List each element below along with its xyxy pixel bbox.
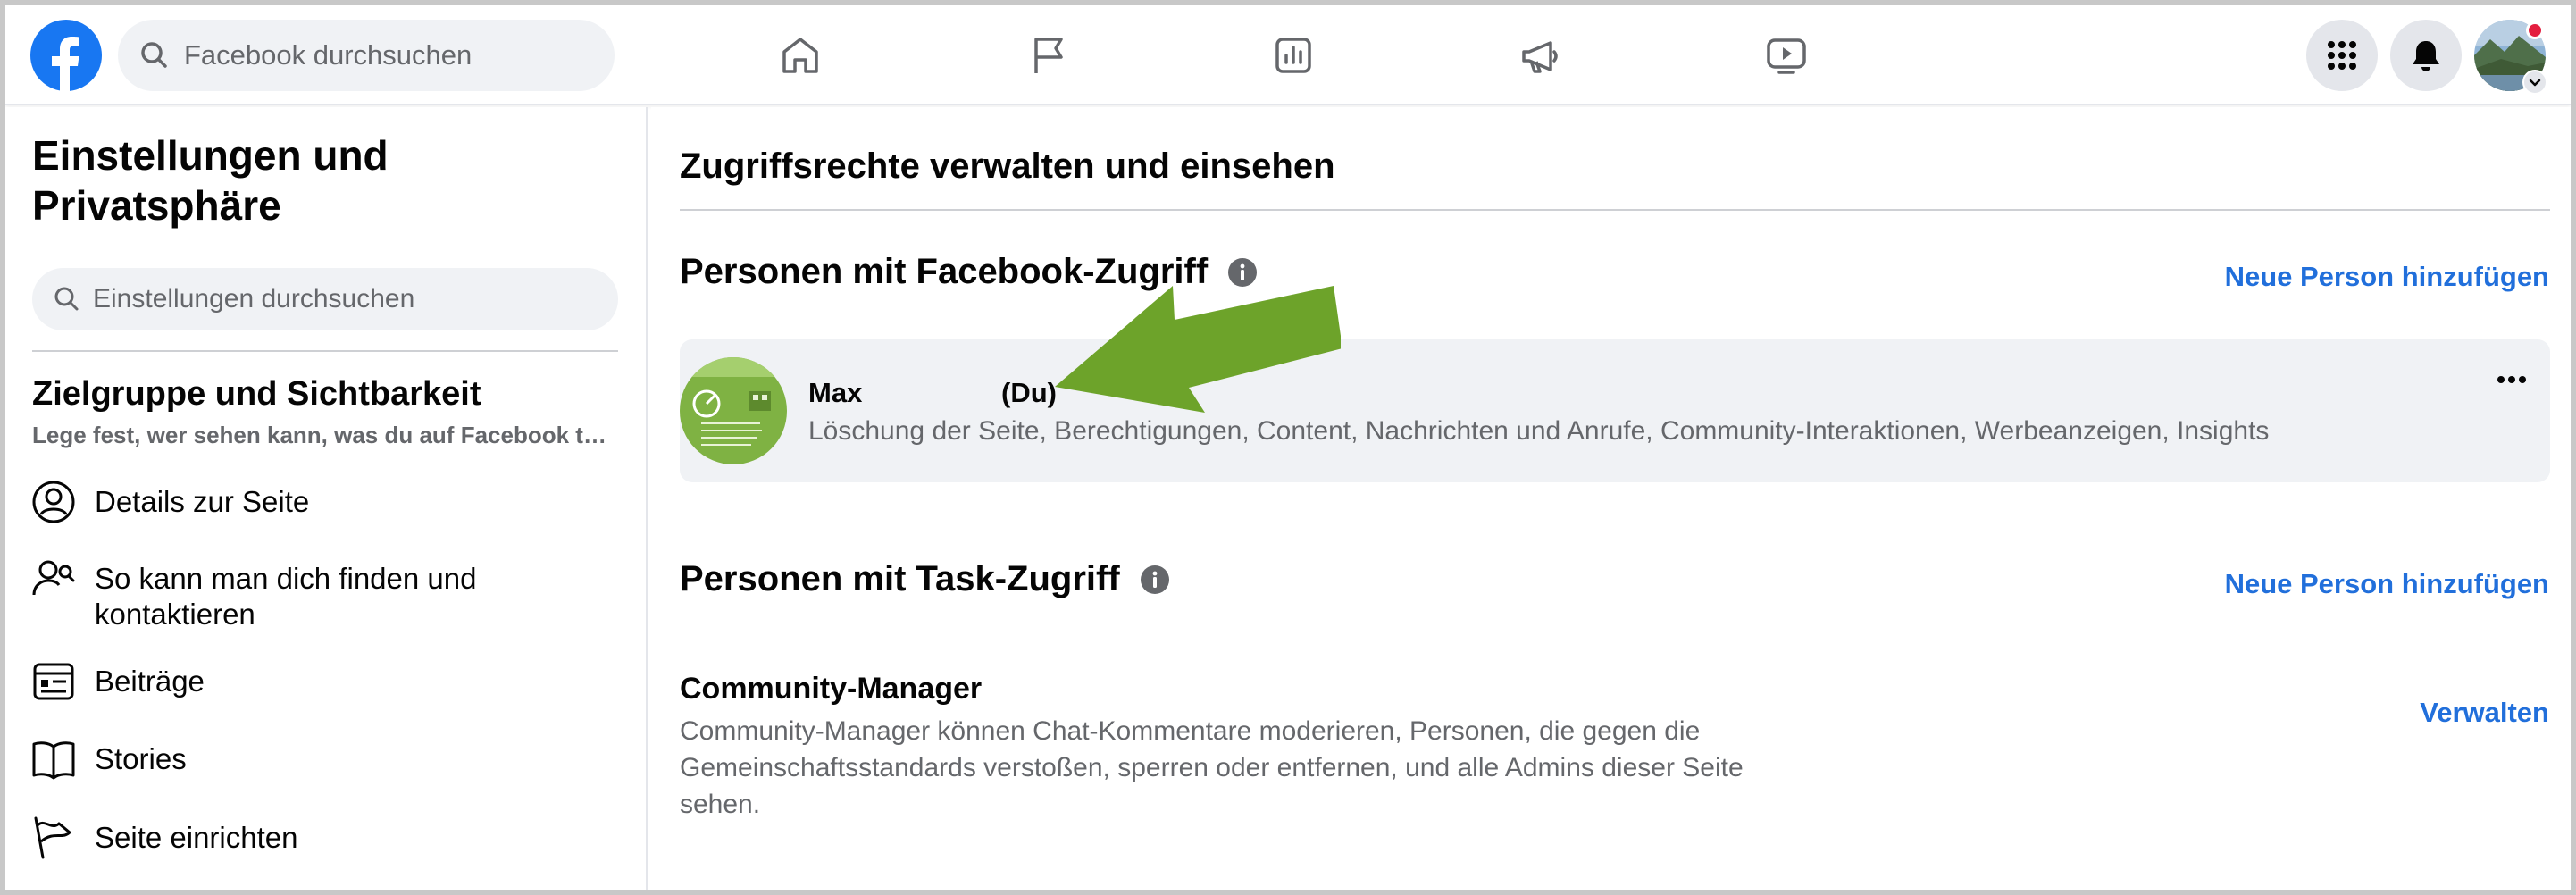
sidebar-item-label: Details zur Seite <box>95 485 310 518</box>
notifications-button[interactable] <box>2390 20 2462 91</box>
flag-icon <box>34 816 71 859</box>
video-nav-button[interactable] <box>1760 29 1813 82</box>
video-icon <box>1767 38 1806 74</box>
top-navigation-bar: Facebook durchsuchen <box>5 5 2571 105</box>
more-options-icon[interactable] <box>2489 366 2534 393</box>
home-nav-button[interactable] <box>774 29 827 82</box>
add-person-facebook-button[interactable]: Neue Person hinzufügen <box>2225 261 2549 293</box>
megaphone-icon <box>1522 41 1558 73</box>
search-placeholder: Facebook durchsuchen <box>184 39 473 71</box>
task-access-header: Personen mit Task-Zugriff <box>680 559 1170 599</box>
sidebar-title: Einstellungen und Privatsphäre <box>32 132 389 229</box>
facebook-logo-icon[interactable] <box>30 20 102 91</box>
insights-nav-button[interactable] <box>1267 29 1320 82</box>
annotation-arrow-icon <box>1055 286 1341 413</box>
sidebar-item-page-setup[interactable]: Seite einrichten <box>30 815 297 861</box>
insights-icon <box>1275 38 1311 73</box>
info-icon[interactable] <box>1227 257 1258 288</box>
person-row[interactable]: Max (Du) Löschung der Seite, Berechtigun… <box>680 339 2550 482</box>
person-avatar <box>680 357 787 464</box>
add-person-task-button[interactable]: Neue Person hinzufügen <box>2225 568 2549 600</box>
sidebar-item-label: Seite einrichten <box>95 821 298 854</box>
sidebar-item-stories[interactable]: Stories <box>30 736 187 782</box>
notification-badge <box>2526 21 2544 39</box>
search-icon <box>54 287 79 311</box>
flag-icon <box>1034 38 1063 73</box>
sidebar-item-label: Beiträge <box>95 665 205 698</box>
sidebar-item-label: So kann man dich finden und kontaktieren <box>95 562 477 631</box>
account-menu-toggle[interactable] <box>2522 70 2547 95</box>
sidebar-item-posts[interactable]: Beiträge <box>30 658 205 705</box>
sidebar-item-page-details[interactable]: Details zur Seite <box>30 479 309 525</box>
sidebar-divider <box>32 350 618 352</box>
person-permissions: Löschung der Seite, Berechtigungen, Cont… <box>808 416 2270 446</box>
grid-menu-icon <box>2328 41 2356 70</box>
ads-nav-button[interactable] <box>1513 29 1567 82</box>
book-icon <box>32 741 75 780</box>
person-name: Max <box>808 377 863 408</box>
person-search-icon <box>32 560 75 596</box>
sidebar-section-subtitle: Lege fest, wer sehen kann, was du auf Fa… <box>32 422 606 448</box>
sidebar-item-label: Stories <box>95 742 187 775</box>
person-you-label: (Du) <box>1001 377 1057 408</box>
settings-window: Facebook durchsuchen Einstellungen und P… <box>5 5 2571 890</box>
posts-icon <box>33 663 74 700</box>
role-title: Community-Manager <box>680 672 983 706</box>
menu-button[interactable] <box>2306 20 2378 91</box>
home-icon <box>782 38 818 73</box>
settings-sidebar: Einstellungen und Privatsphäre Einstellu… <box>5 107 648 890</box>
access-management-panel: Zugriffsrechte verwalten und einsehen Pe… <box>651 107 2571 890</box>
pages-nav-button[interactable] <box>1022 29 1075 82</box>
page-title: Zugriffsrechte verwalten und einsehen <box>680 146 1335 186</box>
settings-search-input[interactable]: Einstellungen durchsuchen <box>32 268 618 330</box>
sidebar-section-title: Zielgruppe und Sichtbarkeit <box>32 375 481 413</box>
facebook-search-input[interactable]: Facebook durchsuchen <box>118 20 615 91</box>
info-icon[interactable] <box>1140 565 1170 595</box>
page-thumbnail-image <box>680 357 787 464</box>
sidebar-item-find-contact[interactable]: So kann man dich finden und kontaktieren <box>30 556 602 632</box>
person-circle-icon <box>32 481 75 523</box>
bell-icon <box>2413 41 2439 71</box>
search-icon <box>141 42 167 68</box>
title-divider <box>680 209 2550 211</box>
manage-role-button[interactable]: Verwalten <box>2420 697 2549 729</box>
task-access-heading: Personen mit Task-Zugriff <box>680 559 1120 598</box>
role-description: Community-Manager können Chat-Kommentare… <box>680 716 1744 819</box>
settings-search-placeholder: Einstellungen durchsuchen <box>93 284 415 314</box>
chevron-down-icon <box>2529 79 2541 87</box>
